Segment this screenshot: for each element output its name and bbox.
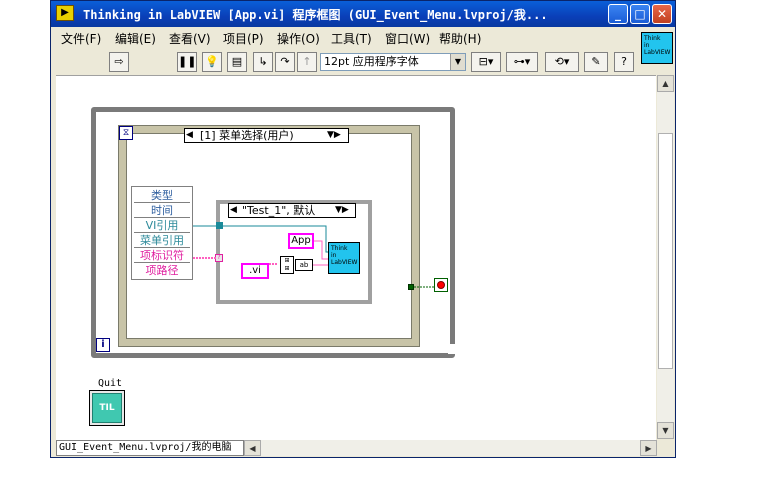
menu-window[interactable]: 窗口(W) [385,30,430,47]
step-over-icon[interactable]: ↷ [275,52,295,72]
quit-label: Quit [98,378,123,389]
vertical-scroll-thumb[interactable] [658,133,673,369]
block-diagram-canvas[interactable]: ⧖ ◀ [1] 菜单选择(用户) ▼▶ 类型 时间 VI引用 菜单引用 项标识符… [56,75,656,440]
status-bar: GUI_Event_Menu.lvproj/我的电脑 ◀ ▶ [51,439,675,457]
context-help-button[interactable]: ? [614,52,634,72]
vi-icon[interactable]: Think in LabVIEW [641,32,673,64]
quit-icon-face: TIL [92,393,122,423]
menu-project[interactable]: 项目(P) [223,30,264,47]
vi-icon-line-1: Think [644,35,661,42]
quit-subvi-icon[interactable]: TIL [89,390,125,426]
cleanup-diagram-icon[interactable]: ✎ [584,52,608,72]
run-arrow-icon[interactable]: ⇨ [109,52,129,72]
scroll-up-icon[interactable]: ▲ [657,75,674,92]
vi-icon-line-3: LabVIEW [644,49,671,56]
menu-operate[interactable]: 操作(O) [277,30,320,47]
maximize-button[interactable]: □ [630,4,650,24]
menu-file[interactable]: 文件(F) [61,30,101,47]
chevron-down-icon: ▼ [450,54,465,70]
menu-edit[interactable]: 编辑(E) [115,30,156,47]
font-select[interactable]: 12pt 应用程序字体 ▼ [320,53,466,71]
menu-tools[interactable]: 工具(T) [331,30,372,47]
scroll-left-icon[interactable]: ◀ [244,440,261,456]
menu-help[interactable]: 帮助(H) [439,30,481,47]
vi-icon-line-2: in [644,42,650,49]
font-select-value: 12pt 应用程序字体 [324,55,419,68]
scroll-down-icon[interactable]: ▼ [657,422,674,439]
labview-window: ▶ Thinking in LabVIEW [App.vi] 程序框图 (GUI… [50,0,676,458]
scroll-right-icon[interactable]: ▶ [640,440,657,456]
menu-view[interactable]: 查看(V) [169,30,211,47]
reorder-icon[interactable]: ⟲▾ [545,52,579,72]
distribute-objects-icon[interactable]: ⊶▾ [506,52,538,72]
close-button[interactable]: ✕ [652,4,672,24]
step-into-icon[interactable]: ↳ [253,52,273,72]
wires-layer [193,225,434,288]
align-objects-icon[interactable]: ⊟▾ [471,52,501,72]
toolbar: ⇨ ❚❚ 💡 ▤ ↳ ↷ ↑ 12pt 应用程序字体 ▼ ⊟▾ ⊶▾ ⟲▾ ✎ … [51,47,675,75]
wire-vi-ref [223,225,328,253]
step-out-icon[interactable]: ↑ [297,52,317,72]
labview-icon: ▶ [56,5,74,21]
minimize-button[interactable]: _ [608,4,628,24]
menu-bar: 文件(F) 编辑(E) 查看(V) 项目(P) 操作(O) 工具(T) 窗口(W… [51,27,675,47]
retain-wire-values-icon[interactable]: ▤ [227,52,247,72]
vertical-scrollbar[interactable]: ▲ ▼ [657,75,674,439]
window-title: Thinking in LabVIEW [App.vi] 程序框图 (GUI_E… [83,8,548,22]
highlight-execution-icon[interactable]: 💡 [202,52,222,72]
horizontal-scrollbar[interactable]: ◀ ▶ [244,440,657,456]
project-path: GUI_Event_Menu.lvproj/我的电脑 [56,440,244,456]
title-bar[interactable]: ▶ Thinking in LabVIEW [App.vi] 程序框图 (GUI… [51,1,675,27]
pause-icon[interactable]: ❚❚ [177,52,197,72]
